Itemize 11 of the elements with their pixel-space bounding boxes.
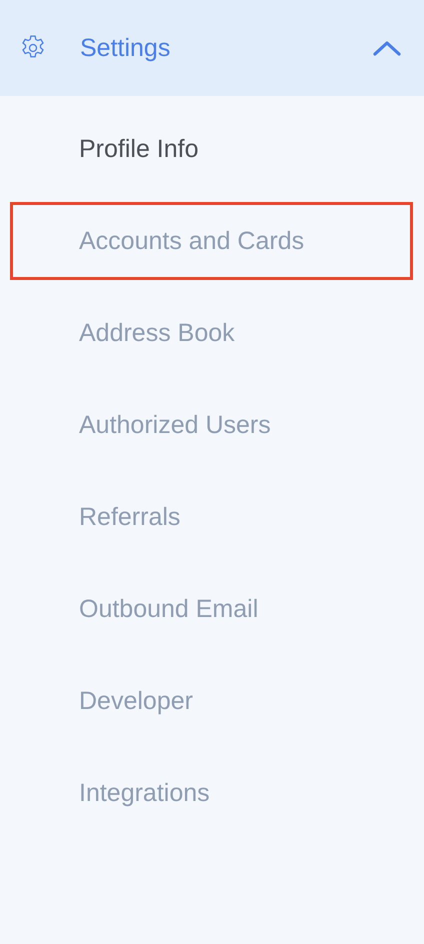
menu-item[interactable]: Profile Info (10, 110, 413, 188)
settings-title: Settings (80, 34, 172, 62)
menu-item[interactable]: Developer (10, 662, 413, 740)
menu-item[interactable]: Integrations (10, 754, 413, 832)
menu-item[interactable]: Accounts and Cards (10, 202, 413, 280)
chevron-icon (373, 40, 401, 56)
settings-header[interactable]: Settings (0, 0, 424, 96)
menu-item[interactable]: Outbound Email (10, 570, 413, 648)
menu-item[interactable]: Referrals (10, 478, 413, 556)
menu-item[interactable]: Authorized Users (10, 386, 413, 464)
menu-item[interactable]: Address Book (10, 294, 413, 372)
